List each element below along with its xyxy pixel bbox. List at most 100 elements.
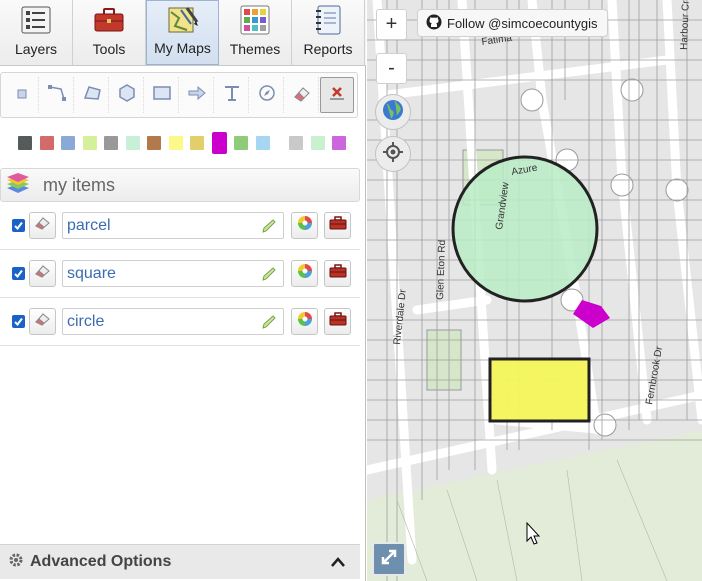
color-swatch[interactable] [39, 136, 54, 150]
color-swatch[interactable] [104, 136, 118, 150]
color-swatch[interactable] [289, 136, 303, 150]
color-swatch[interactable] [234, 136, 248, 150]
side-panel: Layers Tools My Maps Themes Reports my i… [0, 0, 366, 581]
style-color-button[interactable] [291, 308, 318, 335]
color-swatch[interactable] [168, 136, 183, 150]
street-label: Glen Eton Rd [435, 240, 448, 300]
erase-item-button[interactable] [29, 308, 56, 335]
circle-tool-button[interactable] [110, 77, 144, 113]
follow-label: Follow @simcoecountygis [447, 15, 598, 31]
tab-themes[interactable]: Themes [219, 0, 292, 65]
color-swatch[interactable] [61, 136, 75, 150]
visibility-checkbox[interactable] [12, 219, 25, 232]
drawn-square[interactable] [488, 357, 591, 423]
text-tool-button[interactable] [215, 77, 249, 113]
visibility-checkbox[interactable] [12, 267, 25, 280]
color-swatch[interactable] [310, 136, 325, 150]
tab-reports[interactable]: Reports [292, 0, 365, 65]
tab-themes-label: Themes [229, 41, 281, 57]
globe-icon [381, 98, 405, 127]
visibility-checkbox[interactable] [12, 315, 25, 328]
erase-item-button[interactable] [29, 212, 56, 239]
style-color-button[interactable] [291, 260, 318, 287]
zoom-out-button[interactable]: - [376, 53, 407, 84]
item-name-field[interactable]: circle [62, 308, 284, 335]
layers-list-icon [20, 5, 52, 35]
arrow-tool-icon [187, 85, 207, 105]
color-wheel-icon [297, 263, 313, 284]
erase-item-button[interactable] [29, 260, 56, 287]
item-tools-button[interactable] [324, 260, 351, 287]
toolbox-icon [329, 312, 347, 331]
my-maps-icon [167, 4, 199, 34]
tab-tools[interactable]: Tools [73, 0, 146, 65]
advanced-options-bar[interactable]: Advanced Options [0, 544, 360, 579]
advanced-options-label: Advanced Options [30, 553, 172, 570]
pencil-icon [261, 218, 277, 239]
polygon-tool-button[interactable] [75, 77, 109, 113]
pencil-icon [261, 266, 277, 287]
measure-tool-icon [258, 84, 276, 107]
layers-stack-icon [5, 172, 31, 199]
follow-github-button[interactable]: Follow @simcoecountygis [417, 9, 609, 37]
crosshair-icon [382, 141, 404, 168]
color-swatch[interactable] [255, 136, 270, 150]
color-swatch[interactable] [147, 136, 161, 150]
tab-layers[interactable]: Layers [0, 0, 73, 65]
reports-notebook-icon [312, 5, 344, 35]
toolbox-icon [93, 5, 125, 35]
toolbox-icon [329, 264, 347, 283]
zoom-in-button[interactable]: + [376, 9, 407, 40]
globe-button[interactable] [375, 94, 411, 130]
list-item: parcel [0, 202, 360, 250]
tab-my-maps[interactable]: My Maps [146, 0, 219, 65]
style-color-button[interactable] [291, 212, 318, 239]
fullscreen-button[interactable] [372, 542, 406, 576]
color-swatch[interactable] [190, 136, 204, 150]
rectangle-tool-button[interactable] [145, 77, 179, 113]
drawn-circle[interactable] [451, 155, 599, 303]
color-swatch[interactable] [82, 136, 97, 150]
color-swatch[interactable] [125, 136, 140, 150]
map-canvas[interactable]: Glen Eton Rd Riverdale Dr Fernbrook Dr H… [367, 0, 702, 581]
polygon-tool-icon [81, 84, 103, 107]
themes-grid-icon [239, 5, 271, 35]
text-tool-icon [222, 84, 242, 107]
delete-all-tool-button[interactable] [320, 77, 354, 113]
color-palette [18, 130, 354, 156]
item-name: square [67, 264, 116, 282]
list-item: square [0, 250, 360, 298]
tab-tools-label: Tools [92, 41, 126, 57]
color-swatch[interactable] [211, 132, 227, 154]
app-window: Layers Tools My Maps Themes Reports my i… [0, 0, 702, 581]
eraser-tool-icon [292, 84, 312, 107]
eraser-icon [34, 264, 51, 283]
item-tools-button[interactable] [324, 212, 351, 239]
color-swatch[interactable] [18, 136, 32, 150]
tab-layers-label: Layers [14, 41, 58, 57]
list-item: circle [0, 298, 360, 346]
my-items-header: my items [0, 168, 360, 202]
line-tool-button[interactable] [40, 77, 74, 113]
item-tools-button[interactable] [324, 308, 351, 335]
color-wheel-icon [297, 215, 313, 236]
color-wheel-icon [297, 311, 313, 332]
map-view[interactable]: Glen Eton Rd Riverdale Dr Fernbrook Dr H… [367, 0, 702, 581]
color-swatch[interactable] [332, 136, 346, 150]
item-name-field[interactable]: square [62, 260, 284, 287]
item-name: parcel [67, 216, 111, 234]
draw-toolbar [0, 72, 358, 118]
expand-arrows-icon [380, 548, 398, 571]
eraser-icon [34, 312, 51, 331]
delete-all-tool-icon [328, 84, 346, 107]
circle-tool-icon [117, 83, 137, 108]
measure-tool-button[interactable] [250, 77, 284, 113]
street-label: Harbour Cres [679, 0, 692, 50]
arrow-tool-button[interactable] [180, 77, 214, 113]
point-tool-button[interactable] [5, 77, 39, 113]
chevron-up-icon [330, 555, 346, 573]
eraser-tool-button[interactable] [285, 77, 319, 113]
item-name-field[interactable]: parcel [62, 212, 284, 239]
locate-button[interactable] [375, 136, 411, 172]
main-tabs: Layers Tools My Maps Themes Reports [0, 0, 366, 66]
